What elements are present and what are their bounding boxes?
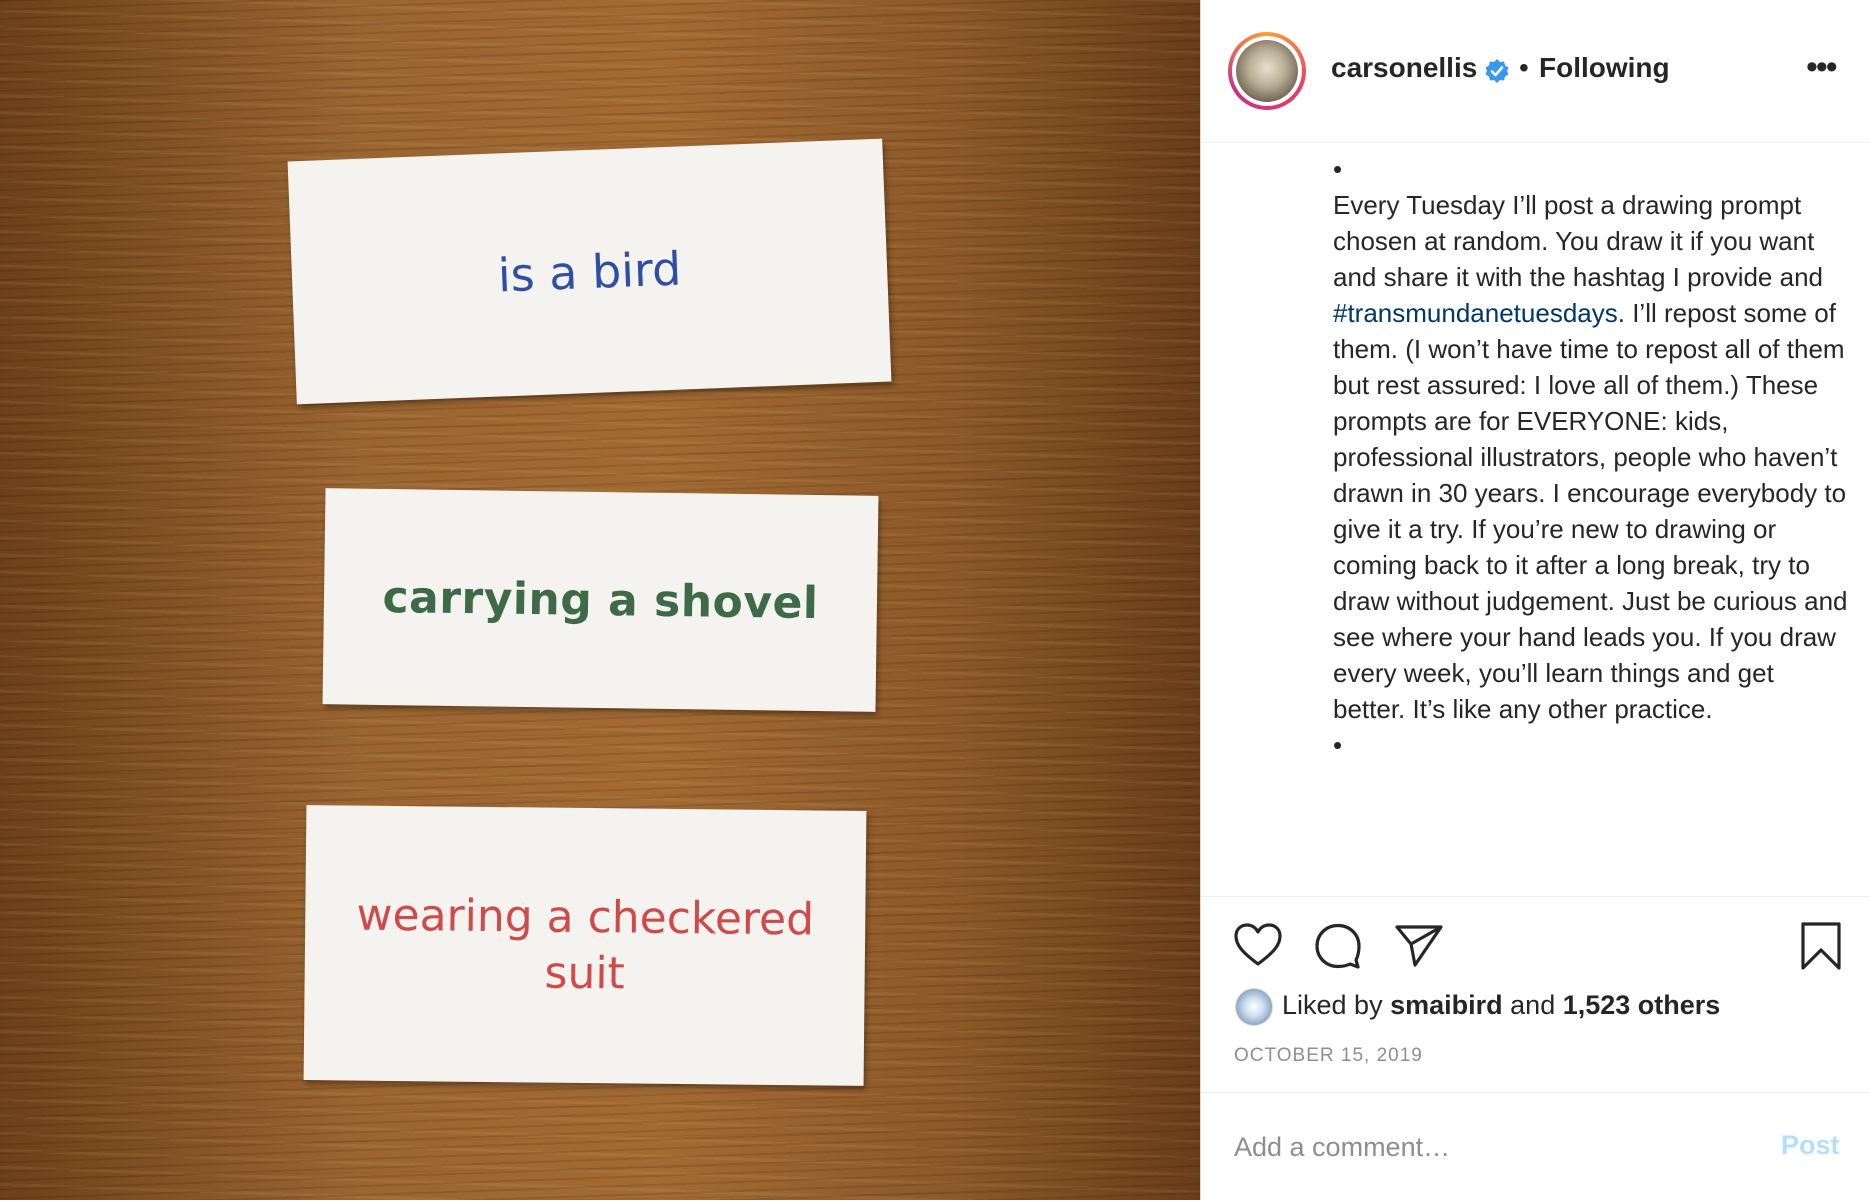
verified-badge-icon bbox=[1485, 59, 1509, 83]
prompt-card-1-text: is a bird bbox=[496, 240, 683, 303]
caption-scroll-area[interactable]: how it will work. • Every Tuesday I’ll p… bbox=[1201, 142, 1870, 897]
prompt-card-3: wearing a checkered suit bbox=[303, 805, 867, 1086]
caption-text-1: Every Tuesday I’ll post a drawing prompt… bbox=[1333, 190, 1823, 292]
profile-avatar[interactable] bbox=[1228, 32, 1306, 110]
share-icon[interactable] bbox=[1393, 920, 1445, 972]
post-date[interactable]: OCTOBER 15, 2019 bbox=[1234, 1045, 1423, 1067]
prompt-card-3-line-2: suit bbox=[544, 947, 626, 999]
caption-body: Every Tuesday I’ll post a drawing prompt… bbox=[1333, 187, 1853, 727]
post-photo[interactable]: is a bird carrying a shovel wearing a ch… bbox=[0, 0, 1200, 1200]
prompt-card-2-text: carrying a shovel bbox=[382, 571, 819, 629]
prompt-card-1: is a bird bbox=[287, 138, 892, 405]
bookmark-icon[interactable] bbox=[1795, 920, 1847, 972]
heart-icon[interactable] bbox=[1232, 920, 1284, 972]
following-button[interactable]: Following bbox=[1539, 52, 1670, 84]
caption-text-2: . I’ll repost some of them. (I won’t hav… bbox=[1333, 298, 1848, 724]
comment-bar: Post bbox=[1201, 1092, 1870, 1201]
post-header: carsonellis • Following ••• bbox=[1201, 0, 1870, 143]
post-comment-button[interactable]: Post bbox=[1781, 1130, 1840, 1161]
prompt-card-2: carrying a shovel bbox=[322, 488, 879, 712]
avatar-image bbox=[1236, 40, 1298, 102]
post-caption: how it will work. • Every Tuesday I’ll p… bbox=[1333, 142, 1853, 763]
post-actions: Liked by smaibird and 1,523 others OCTOB… bbox=[1201, 897, 1870, 1092]
caption-bullet-end: • bbox=[1333, 730, 1343, 760]
comment-icon[interactable] bbox=[1312, 920, 1364, 972]
caption-bullet: • bbox=[1333, 154, 1343, 184]
likes-summary: Liked by smaibird and 1,523 others bbox=[1282, 990, 1720, 1021]
username-link[interactable]: carsonellis bbox=[1331, 52, 1477, 84]
hashtag-link[interactable]: #transmundanetuesdays bbox=[1333, 298, 1618, 328]
comment-input[interactable] bbox=[1234, 1127, 1734, 1167]
header-separator: • bbox=[1519, 52, 1529, 83]
post-detail-panel: carsonellis • Following ••• how it will … bbox=[1200, 0, 1870, 1200]
caption-partial-line: how it will work. bbox=[1333, 142, 1853, 151]
liked-by-user-link[interactable]: smaibird bbox=[1390, 990, 1503, 1020]
liked-by-prefix: Liked by bbox=[1282, 990, 1383, 1020]
liked-by-and: and bbox=[1510, 990, 1556, 1020]
prompt-card-3-line-1: wearing a checkered bbox=[356, 889, 815, 945]
liker-avatar[interactable] bbox=[1235, 988, 1273, 1026]
avatar-frame bbox=[1232, 36, 1302, 106]
more-options-icon[interactable]: ••• bbox=[1806, 48, 1838, 87]
liked-by-others-link[interactable]: 1,523 others bbox=[1563, 990, 1721, 1020]
